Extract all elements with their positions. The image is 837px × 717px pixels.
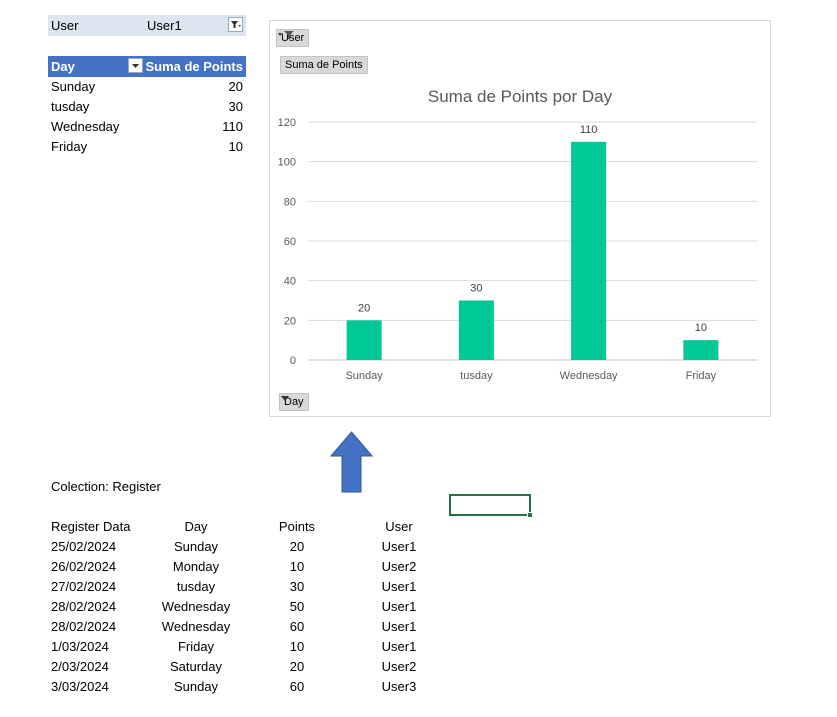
- pivot-chart[interactable]: Suma de Points por Day 0 20 40 60 80 100 120 20 S…: [269, 20, 771, 417]
- fill-handle[interactable]: [527, 512, 533, 518]
- register-cell[interactable]: 25/02/2024: [51, 539, 116, 554]
- data-label: 10: [695, 322, 707, 334]
- register-cell[interactable]: 28/02/2024: [51, 599, 116, 614]
- bar: [458, 300, 494, 360]
- y-tick-label: 120: [278, 117, 296, 129]
- pivot-day-dropdown[interactable]: [128, 58, 143, 73]
- chart-user-field-button[interactable]: User: [276, 29, 310, 47]
- chart-measure-button[interactable]: Suma de Points: [280, 56, 368, 74]
- y-tick-label: 0: [290, 355, 296, 367]
- chart-axis-field-button[interactable]: Day: [279, 393, 309, 411]
- register-cell[interactable]: User3: [339, 679, 459, 694]
- x-tick-label: Wednesday: [560, 370, 618, 382]
- bar: [571, 141, 607, 360]
- filter-icon: [278, 31, 294, 39]
- filter-icon: [231, 21, 241, 28]
- pivot-row[interactable]: Wednesday 110: [48, 117, 246, 137]
- pivot-day: tusday: [51, 99, 90, 114]
- register-cell[interactable]: 28/02/2024: [51, 619, 116, 634]
- register-cell[interactable]: User1: [339, 639, 459, 654]
- pivot-row[interactable]: Friday 10: [48, 137, 246, 157]
- pivot-points: 20: [228, 79, 243, 94]
- bar: [346, 320, 382, 360]
- pivot-points: 110: [222, 119, 243, 134]
- register-cell[interactable]: User1: [339, 619, 459, 634]
- filter-dropdown-button[interactable]: [228, 17, 243, 32]
- register-title: Colection: Register: [51, 479, 161, 494]
- bar: [683, 340, 719, 360]
- y-tick-label: 20: [284, 315, 296, 327]
- x-tick-label: Friday: [686, 370, 717, 382]
- register-cell[interactable]: User2: [339, 559, 459, 574]
- chart-canvas: Suma de Points por Day 0 20 40 60 80 100 120 20 S…: [278, 87, 757, 382]
- filter-value[interactable]: User1: [147, 18, 182, 33]
- pivot-header: Day Suma de Points: [48, 56, 246, 77]
- y-tick-label: 60: [284, 236, 296, 248]
- selected-cell[interactable]: [449, 494, 531, 516]
- pivot-row[interactable]: Sunday 20: [48, 77, 246, 97]
- y-tick-label: 80: [284, 196, 296, 208]
- register-header-cell[interactable]: Register Data: [51, 519, 130, 534]
- pivot-row[interactable]: tusday 30: [48, 97, 246, 117]
- x-tick-label: Sunday: [345, 370, 383, 382]
- data-label: 20: [358, 302, 370, 314]
- y-tick-label: 100: [278, 157, 296, 169]
- chevron-down-icon: [132, 64, 139, 68]
- register-cell[interactable]: User2: [339, 659, 459, 674]
- pivot-day: Wednesday: [51, 119, 120, 134]
- register-cell[interactable]: User1: [339, 599, 459, 614]
- chart-measure-label: Suma de Points: [285, 59, 363, 71]
- pivot-day: Friday: [51, 139, 88, 154]
- register-cell[interactable]: 1/03/2024: [51, 639, 109, 654]
- register-cell[interactable]: User1: [339, 579, 459, 594]
- pivot-points: 30: [228, 99, 243, 114]
- register-cell[interactable]: 2/03/2024: [51, 659, 109, 674]
- register-cell[interactable]: 27/02/2024: [51, 579, 116, 594]
- x-tick-label: tusday: [460, 370, 493, 382]
- register-cell[interactable]: 3/03/2024: [51, 679, 109, 694]
- register-cell[interactable]: 26/02/2024: [51, 559, 116, 574]
- up-arrow-shape: [330, 431, 373, 493]
- report-filter-row: User User1: [48, 15, 246, 36]
- pivot-header-day: Day: [51, 59, 75, 74]
- pivot-points: 10: [228, 139, 243, 154]
- pivot-day: Sunday: [51, 79, 96, 94]
- chart-title: Suma de Points por Day: [428, 87, 613, 106]
- filter-label: User: [51, 18, 79, 33]
- y-tick-label: 40: [284, 276, 296, 288]
- data-label: 30: [470, 283, 482, 295]
- register-header-cell[interactable]: User: [339, 519, 459, 534]
- data-label: 110: [580, 124, 598, 136]
- pivot-header-sum: Suma de Points: [145, 59, 243, 74]
- chevron-down-icon: [281, 396, 289, 401]
- register-cell[interactable]: User1: [339, 539, 459, 554]
